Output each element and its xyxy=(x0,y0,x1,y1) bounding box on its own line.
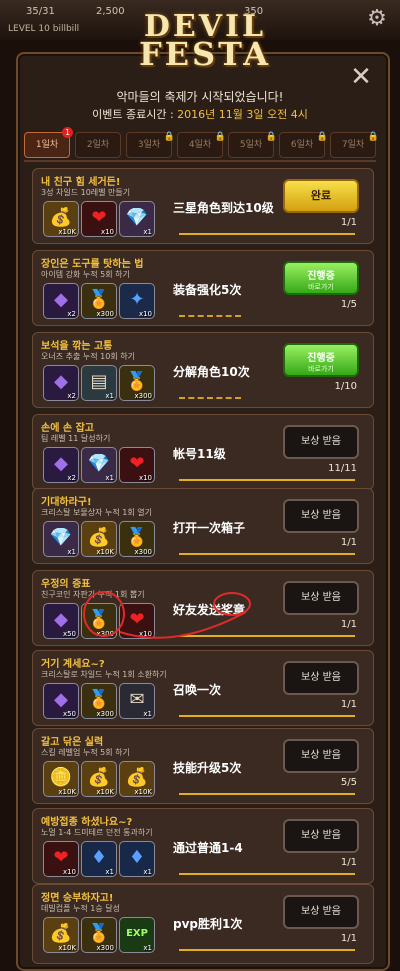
annotation-line xyxy=(119,611,247,639)
annotation-circle xyxy=(83,591,125,637)
devil-festa-logo: DEVIL FESTA xyxy=(138,9,272,73)
close-icon[interactable]: ✕ xyxy=(346,62,376,92)
annotation-overlay xyxy=(83,591,251,639)
